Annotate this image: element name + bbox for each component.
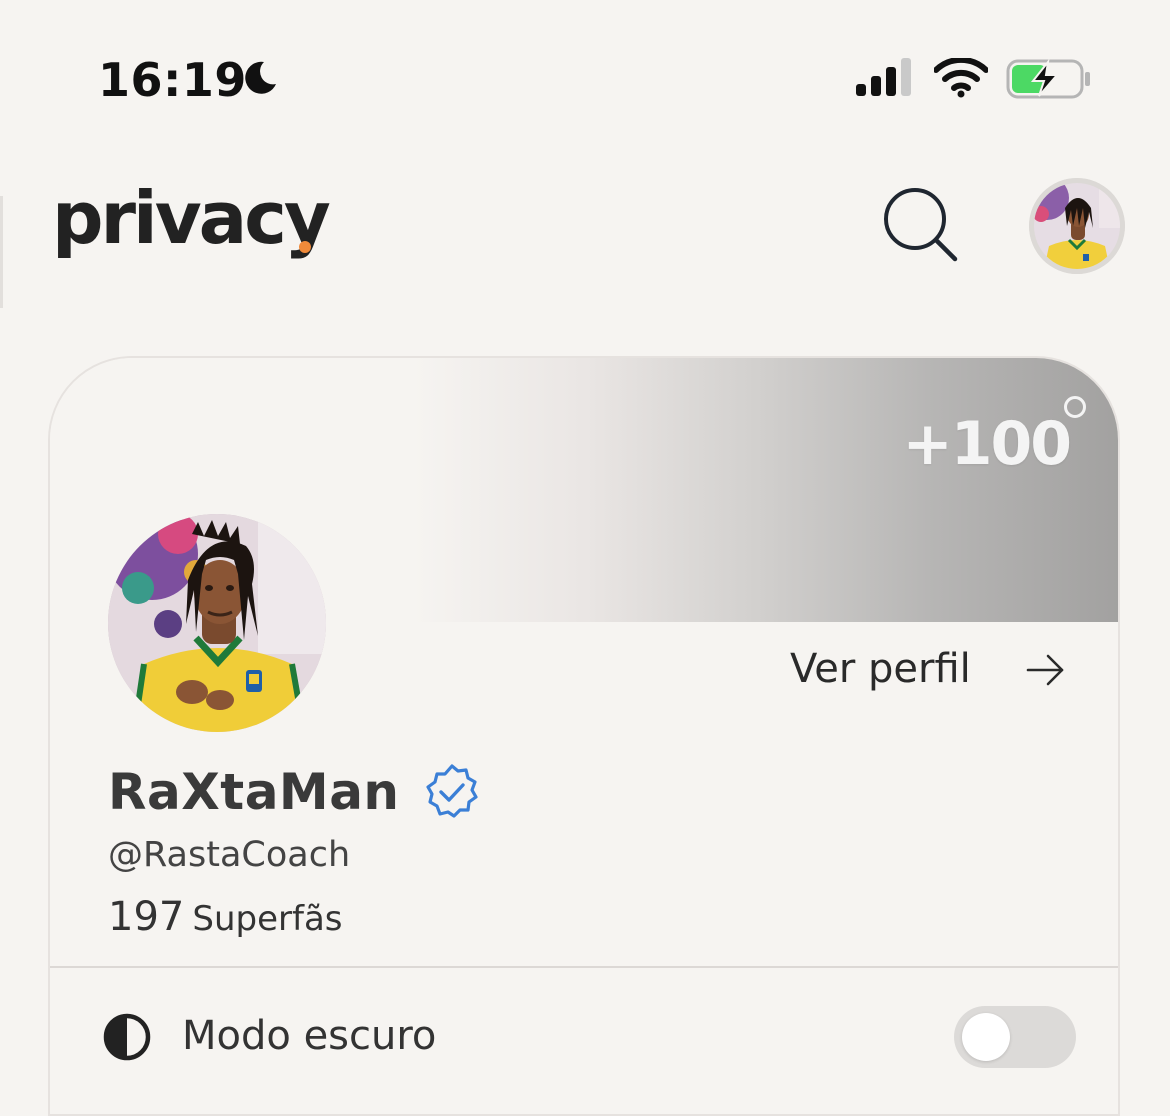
dark-mode-toggle[interactable] [954,1006,1076,1068]
status-bar: 16:19 [0,0,1170,150]
verified-badge-icon [426,764,478,818]
fans-number: 197 [108,894,185,940]
moon-icon [245,61,276,94]
logo-dot [299,241,311,253]
display-name: RaXtaMan [108,763,400,821]
cellular-signal-icon [856,58,911,96]
search-icon [884,188,958,262]
profile-card: +100 Ver perfil RaXtaMan @RastaCoach 197… [48,356,1120,1116]
fans-label: Superfãs [192,899,343,939]
dark-mode-label: Modo escuro [182,1013,437,1059]
profile-avatar[interactable] [108,514,326,732]
cover-badge: +100 [902,409,1072,479]
superfans-count: 197 Superfãs [108,892,343,950]
toggle-knob [962,1013,1010,1061]
user-handle: @RastaCoach [108,835,351,875]
status-time: 16:19 [98,53,247,107]
avatar-image [1029,178,1125,274]
user-avatar-button[interactable] [1029,178,1125,274]
profile-photo [108,514,326,732]
edge-indicator [0,196,3,308]
search-button[interactable] [876,182,966,272]
dark-mode-row[interactable]: Modo escuro [50,968,1118,1108]
privacy-logo[interactable]: privacy [52,168,331,268]
wifi-icon [934,58,988,98]
battery-charging-icon [1006,58,1090,99]
view-profile-link[interactable]: Ver perfil [788,638,1078,702]
badge-degree-mark [1064,396,1086,418]
view-profile-label: Ver perfil [790,646,971,692]
contrast-icon [103,1013,151,1061]
arrow-right-icon [1026,654,1064,686]
